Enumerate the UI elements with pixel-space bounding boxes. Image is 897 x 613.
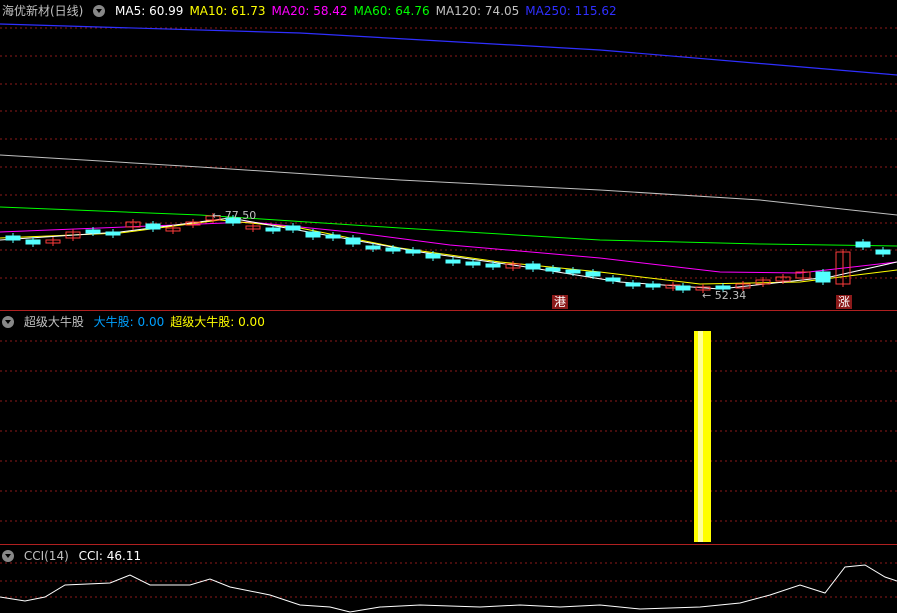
candle-down	[605, 277, 621, 282]
indicator-panel[interactable]: 超级大牛股 大牛股: 0.00 超级大牛股: 0.00	[0, 310, 897, 545]
candle-down	[545, 267, 561, 272]
ma-legend-item: MA10: 61.73	[189, 4, 266, 18]
candle-down	[485, 263, 501, 268]
cci-value: CCI: 46.11	[78, 549, 142, 563]
ma-legend-item: MA60: 64.76	[353, 4, 430, 18]
collapse-triangle-icon[interactable]	[2, 316, 14, 328]
candle-down	[465, 261, 481, 266]
stock-chart-window: 海优新材(日线) MA5: 60.99 MA10: 61.73 MA20: 58.4…	[0, 0, 897, 613]
candle-down	[105, 231, 121, 236]
ma-legend-item: MA20: 58.42	[271, 4, 348, 18]
candle-down	[425, 253, 441, 259]
high-price-label: ← 77.50	[212, 209, 257, 222]
low-price-label: ← 52.34	[702, 289, 747, 302]
candle-down	[305, 231, 321, 238]
candle-down	[565, 269, 581, 274]
candle-down	[625, 282, 641, 287]
candle-down	[285, 225, 301, 231]
ma-legend: MA5: 60.99 MA10: 61.73 MA20: 58.42 MA60: 64…	[115, 4, 623, 18]
candle-down	[645, 283, 661, 288]
candle-down	[345, 237, 361, 245]
indicator-legend-item: 大牛股: 0.00	[93, 315, 165, 329]
cci-line	[0, 564, 897, 613]
candle-down	[815, 271, 831, 283]
candle-down	[85, 229, 101, 234]
ma-legend-item: MA120: 74.05	[435, 4, 520, 18]
indicator-legend: 大牛股: 0.00 超级大牛股: 0.00	[94, 315, 271, 329]
candle-down	[25, 239, 41, 245]
ma250-line	[0, 23, 897, 76]
indicator-legend-item: 超级大牛股: 0.00	[170, 315, 265, 329]
candle-down	[445, 259, 461, 264]
cci-panel[interactable]: CCI(14) CCI: 46.11	[0, 544, 897, 613]
indicator-title: 超级大牛股	[23, 315, 84, 329]
candle-down	[385, 247, 401, 252]
candle-down	[325, 234, 341, 239]
collapse-triangle-icon[interactable]	[2, 550, 14, 562]
stock-title: 海优新材(日线)	[2, 4, 84, 18]
candle-down	[525, 263, 541, 270]
cci-header: CCI(14) CCI: 46.11	[2, 549, 147, 563]
signal-bar-highlight	[698, 331, 703, 542]
candle-down	[405, 249, 421, 254]
candle-down	[145, 223, 161, 230]
candle-down	[675, 285, 691, 291]
kline-panel[interactable]: 海优新材(日线) MA5: 60.99 MA10: 61.73 MA20: 58.4…	[0, 0, 897, 310]
ma5-line	[0, 217, 897, 290]
candle-down	[585, 271, 601, 277]
indicator-chart	[0, 331, 897, 542]
candle-down	[875, 249, 891, 255]
candle-down	[5, 235, 21, 241]
collapse-triangle-icon[interactable]	[93, 5, 106, 17]
ma-legend-item: MA250: 115.62	[525, 4, 617, 18]
ma-legend-item: MA5: 60.99	[115, 4, 184, 18]
cci-title: CCI(14)	[23, 549, 69, 563]
candle-down	[365, 245, 381, 250]
tag-gang[interactable]: 港	[552, 295, 569, 309]
candle-down	[265, 227, 281, 232]
kline-header: 海优新材(日线) MA5: 60.99 MA10: 61.73 MA20: 58.4…	[2, 4, 629, 18]
ma10-line	[0, 219, 897, 285]
ma120-line	[0, 154, 897, 216]
kline-chart	[0, 23, 897, 293]
indicator-header: 超级大牛股 大牛股: 0.00 超级大牛股: 0.00	[2, 315, 277, 329]
tag-zhang[interactable]: 涨	[836, 295, 853, 309]
candle-down	[855, 241, 871, 248]
